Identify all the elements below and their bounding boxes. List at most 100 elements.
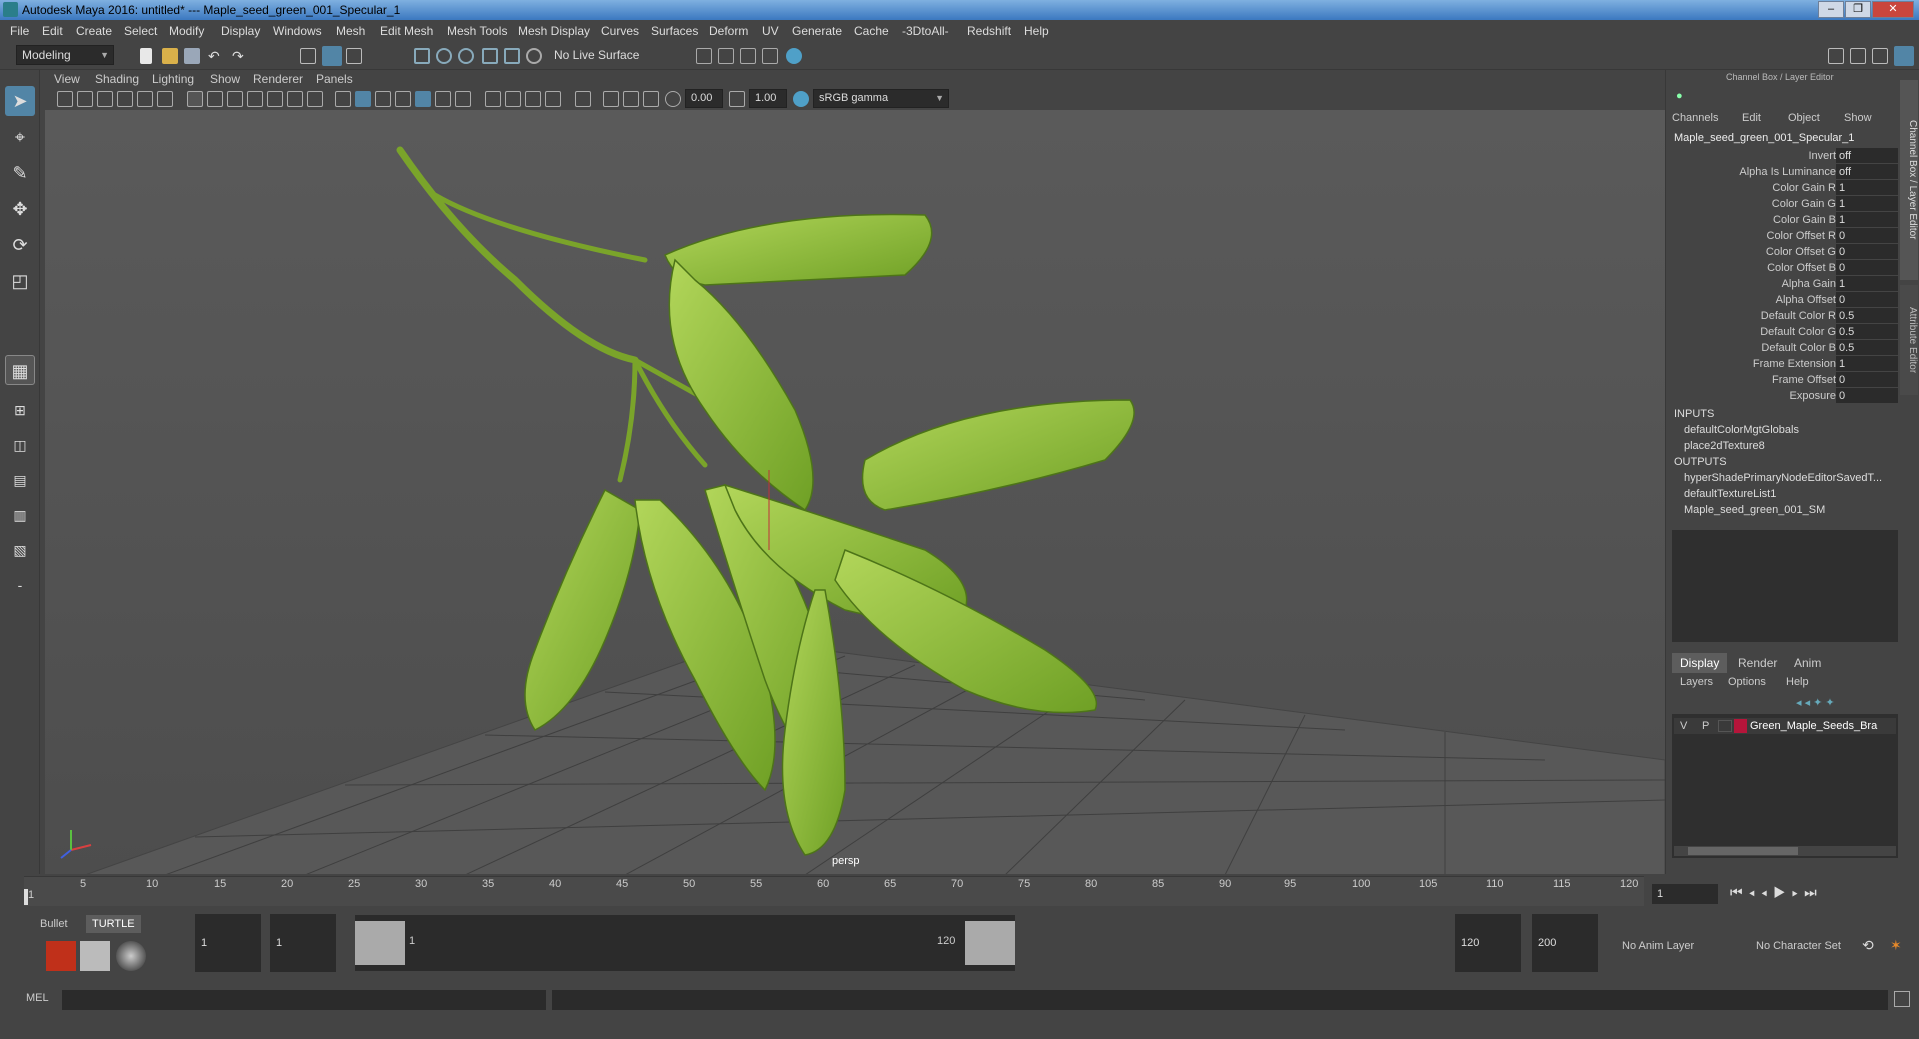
range-start-handle[interactable] <box>355 921 405 965</box>
image-plane-icon[interactable] <box>117 91 133 107</box>
edit-menu[interactable]: Edit <box>1742 112 1761 124</box>
color-management-icon[interactable] <box>793 91 809 107</box>
select-by-object-icon[interactable] <box>322 46 342 66</box>
menu-select[interactable]: Select <box>124 20 157 42</box>
snap-view-plane-icon[interactable] <box>482 48 498 64</box>
xray-joints-icon[interactable] <box>623 91 639 107</box>
command-language-label[interactable]: MEL <box>26 992 49 1004</box>
shelf-tab-bullet[interactable]: Bullet <box>40 918 68 930</box>
input-node[interactable]: place2dTexture8 <box>1684 440 1765 452</box>
live-surface-label[interactable]: No Live Surface <box>554 48 639 62</box>
attr-row[interactable]: Default Color R 0.5 <box>1666 308 1898 324</box>
snap-surface-icon[interactable] <box>526 48 542 64</box>
node-name[interactable]: Maple_seed_green_001_Specular_1 <box>1674 132 1854 144</box>
menu-generate[interactable]: Generate <box>792 20 842 42</box>
gamma-field[interactable]: 1.00 <box>749 89 787 108</box>
output-node[interactable]: hyperShadePrimaryNodeEditorSavedT... <box>1684 472 1882 484</box>
animation-prefs-icon[interactable]: ✶ <box>1890 937 1902 954</box>
layer-reference-toggle[interactable] <box>1718 720 1732 732</box>
smooth-shade-icon[interactable] <box>355 91 371 107</box>
current-frame-field[interactable]: 1 <box>1652 884 1718 904</box>
field-chart-icon[interactable] <box>267 91 283 107</box>
layer-playback-toggle[interactable]: P <box>1702 718 1709 734</box>
use-all-lights-icon[interactable] <box>435 91 451 107</box>
time-slider-track[interactable]: 1 <box>24 876 1644 906</box>
select-by-hierarchy-icon[interactable] <box>300 48 316 64</box>
attr-value[interactable]: 1 <box>1836 356 1898 371</box>
menu-redshift[interactable]: Redshift <box>967 20 1011 42</box>
layers-menu[interactable]: Layers <box>1680 676 1713 688</box>
attr-row[interactable]: Color Gain B1 <box>1666 212 1898 228</box>
grid-icon[interactable] <box>187 91 203 107</box>
material-shelf-icon[interactable] <box>116 941 146 971</box>
viewport-menu-shading[interactable]: Shading <box>95 70 139 88</box>
redo-icon[interactable]: ↷ <box>232 48 248 64</box>
attr-row[interactable]: Color Offset B0 <box>1666 260 1898 276</box>
maximize-button[interactable]: ❐ <box>1845 1 1871 18</box>
menu-display[interactable]: Display <box>221 20 260 42</box>
textured-icon[interactable] <box>415 91 431 107</box>
layer-scrollbar[interactable] <box>1674 846 1896 856</box>
resolution-gate-icon[interactable] <box>227 91 243 107</box>
xray-icon[interactable] <box>603 91 619 107</box>
channel-box-toggle-icon[interactable] <box>1894 46 1914 66</box>
anti-aliasing-icon[interactable] <box>525 91 541 107</box>
make-live-icon[interactable] <box>504 48 520 64</box>
tab-display[interactable]: Display <box>1672 653 1728 673</box>
render-view-icon[interactable] <box>696 48 712 64</box>
auto-key-icon[interactable]: ⟲ <box>1862 937 1874 954</box>
playback-end-field[interactable]: 120 <box>1455 914 1521 972</box>
menu-uv[interactable]: UV <box>762 20 779 42</box>
open-scene-icon[interactable] <box>162 48 178 64</box>
mode-dropdown[interactable]: Modeling ▼ <box>16 45 114 65</box>
attr-row[interactable]: Alpha Offset 0 <box>1666 292 1898 308</box>
new-scene-icon[interactable] <box>140 48 152 64</box>
attr-row[interactable]: Invert off <box>1666 148 1898 164</box>
menu-edit[interactable]: Edit <box>42 20 63 42</box>
screen-space-ao-icon[interactable] <box>485 91 501 107</box>
attr-value[interactable]: off <box>1836 148 1898 163</box>
viewport-menu-view[interactable]: View <box>54 70 80 88</box>
menu-mesh-display[interactable]: Mesh Display <box>518 20 590 42</box>
attr-value[interactable]: 0 <box>1836 228 1898 243</box>
wireframe-on-shaded-icon[interactable] <box>395 91 411 107</box>
range-end-handle[interactable] <box>965 921 1015 965</box>
tab-render[interactable]: Render <box>1730 653 1785 673</box>
quick-layout-single-icon[interactable]: ▦ <box>5 355 35 385</box>
menu-mesh-tools[interactable]: Mesh Tools <box>447 20 507 42</box>
menu-help[interactable]: Help <box>1024 20 1049 42</box>
color-space-dropdown[interactable]: sRGB gamma ▼ <box>813 89 949 108</box>
scale-tool-icon[interactable]: ◰ <box>5 266 35 296</box>
quick-layout-outliner-icon[interactable]: ▤ <box>5 465 35 495</box>
safe-action-icon[interactable] <box>287 91 303 107</box>
quick-layout-graph-icon[interactable]: ▥ <box>5 500 35 530</box>
tool-settings-toggle-icon[interactable] <box>1872 48 1888 64</box>
viewport-menu-lighting[interactable]: Lighting <box>152 70 194 88</box>
default-material-icon[interactable] <box>375 91 391 107</box>
attr-row[interactable]: Color Gain G1 <box>1666 196 1898 212</box>
layout-toggle-icon[interactable]: - <box>5 570 35 600</box>
render-settings-shelf-icon[interactable] <box>80 941 110 971</box>
menu-edit-mesh[interactable]: Edit Mesh <box>380 20 433 42</box>
depth-of-field-icon[interactable] <box>545 91 561 107</box>
render-settings-icon[interactable] <box>762 48 778 64</box>
attr-value[interactable]: 0.5 <box>1836 324 1898 339</box>
attr-row[interactable]: Color Offset R0 <box>1666 228 1898 244</box>
snap-curve-icon[interactable] <box>436 48 452 64</box>
attr-value[interactable]: 0 <box>1836 372 1898 387</box>
anim-layer-dropdown[interactable]: No Anim Layer <box>1622 940 1694 952</box>
command-input[interactable] <box>62 990 546 1010</box>
minimize-button[interactable]: – <box>1818 1 1844 18</box>
layer-visibility-toggle[interactable]: V <box>1680 718 1687 734</box>
start-time-field[interactable]: 1 <box>195 914 261 972</box>
menu-file[interactable]: File <box>10 20 29 42</box>
channels-menu[interactable]: Channels <box>1672 112 1718 124</box>
film-gate-icon[interactable] <box>207 91 223 107</box>
character-set-dropdown[interactable]: No Character Set <box>1756 940 1841 952</box>
attr-value[interactable]: 0.5 <box>1836 308 1898 323</box>
script-editor-icon[interactable] <box>1894 991 1910 1007</box>
attr-row[interactable]: Default Color G 0.5 <box>1666 324 1898 340</box>
two-d-pan-icon[interactable] <box>137 91 153 107</box>
isolate-select-icon[interactable] <box>575 91 591 107</box>
help-menu[interactable]: Help <box>1786 676 1809 688</box>
